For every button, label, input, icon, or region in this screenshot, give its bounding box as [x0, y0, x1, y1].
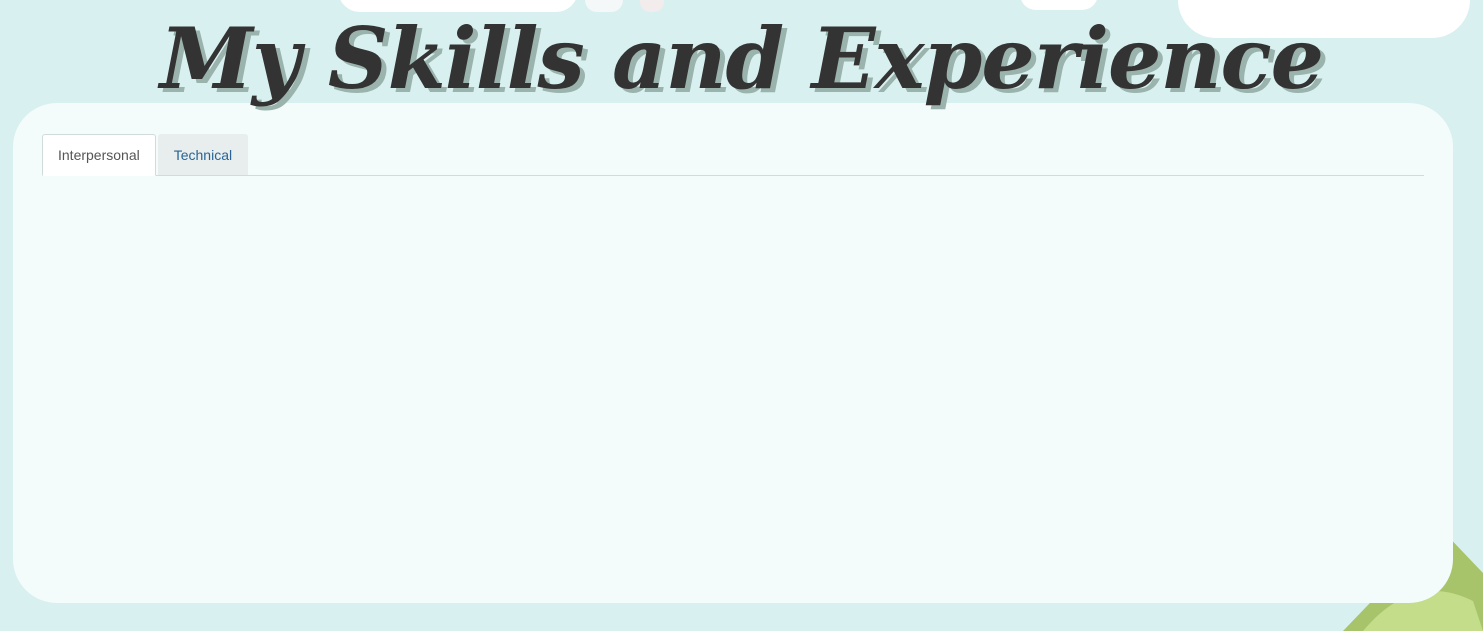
- tab-interpersonal[interactable]: Interpersonal: [42, 134, 156, 176]
- tab-label: Technical: [173, 146, 233, 163]
- tab-technical[interactable]: Technical: [157, 134, 249, 175]
- skills-panel: Interpersonal Technical: [13, 103, 1453, 603]
- tab-content-area: [42, 176, 1424, 556]
- tab-label: Interpersonal: [58, 147, 140, 163]
- tab-bar: Interpersonal Technical: [42, 134, 1424, 176]
- page-title: My Skills and Experience: [159, 9, 1324, 108]
